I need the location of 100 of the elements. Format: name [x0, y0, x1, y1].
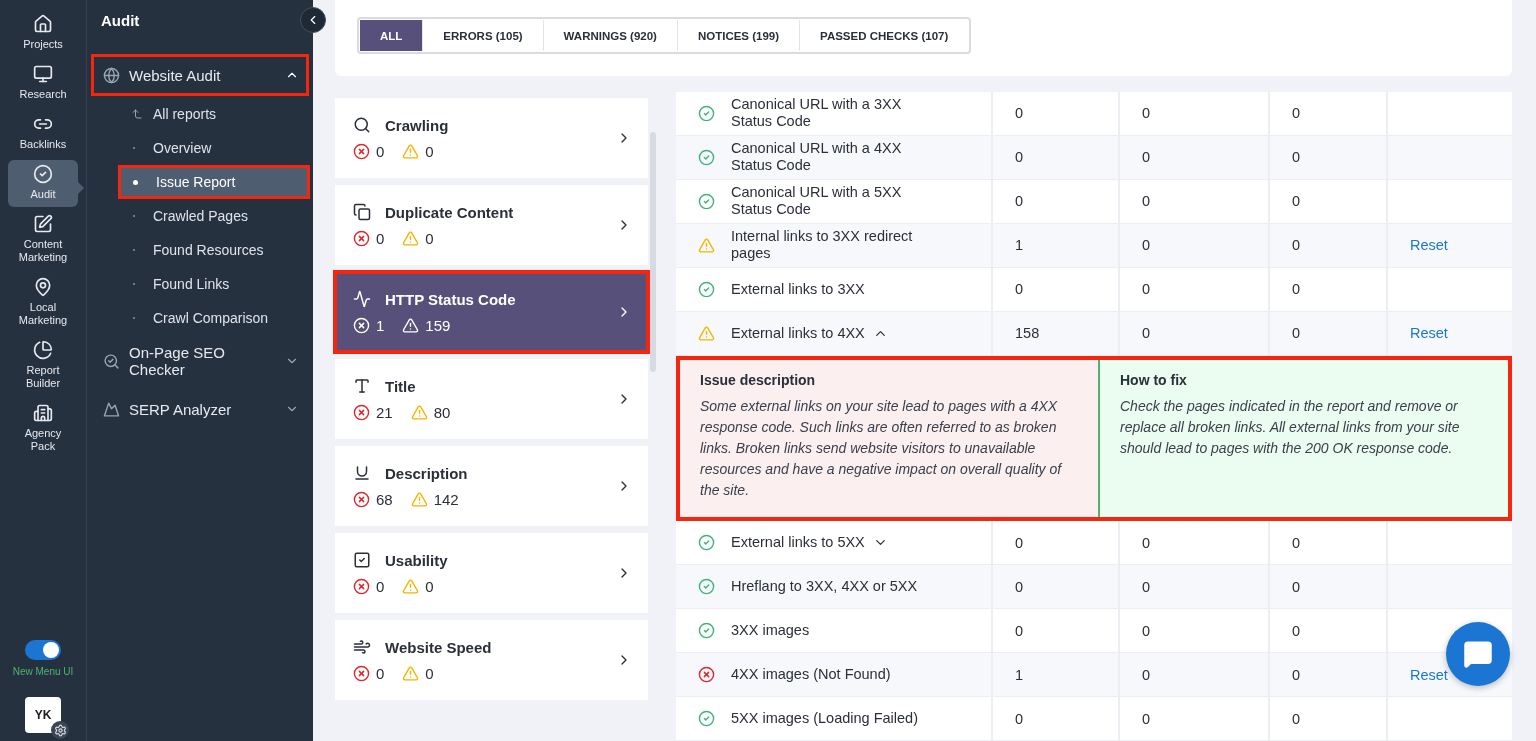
table-cell: 0	[1142, 622, 1151, 639]
issue-description: Some external links on your site lead to pages with a 4XX response code. Such links are often referred to as broken links. Broken links send website visitors to unavailable resources and have a negative impact on overall quality of the site.	[700, 396, 1064, 500]
table-cell: 0	[1015, 710, 1024, 727]
category-card[interactable]: Title 21 80	[335, 359, 648, 439]
table-cell: 0	[1015, 281, 1024, 298]
rail-item[interactable]: Projects	[8, 10, 78, 57]
nav-item[interactable]: Overview	[121, 134, 307, 162]
rail-item[interactable]: Backlinks	[8, 110, 78, 157]
user-avatar[interactable]: YK	[25, 697, 61, 733]
text-icon	[353, 377, 371, 395]
table-cell: 0	[1292, 710, 1301, 727]
error-icon	[698, 666, 715, 684]
check-circle-icon	[698, 280, 715, 298]
warning-count: 0	[425, 665, 434, 682]
nav-item[interactable]: Crawled Pages	[121, 202, 307, 230]
rail-label: Projects	[23, 38, 63, 51]
building-icon	[33, 403, 53, 423]
table-cell: 0	[1142, 666, 1151, 683]
settings-icon[interactable]	[51, 721, 69, 739]
category-card[interactable]: HTTP Status Code 1 159	[335, 272, 648, 352]
category-name: Title	[385, 377, 416, 395]
rail-item[interactable]: Research	[8, 60, 78, 107]
check-circle-icon	[698, 534, 715, 552]
underline-icon	[353, 464, 371, 482]
issue-name: 3XX images	[731, 622, 810, 640]
rail-label: Local Marketing	[17, 301, 69, 327]
table-cell: 0	[1142, 578, 1151, 595]
fix-description: Check the pages indicated in the report and remove or replace all broken links. All external links from your site should lead to pages with the 200 OK response code.	[1120, 396, 1461, 458]
rail-item[interactable]: Content Marketing	[8, 210, 78, 270]
toggle-label: New Menu UI	[12, 666, 74, 677]
filter-tab[interactable]: ALL	[360, 20, 423, 51]
table-cell: 158	[1015, 325, 1040, 342]
category-name: Crawling	[385, 116, 449, 134]
table-cell: 0	[1142, 193, 1151, 210]
rail-label: Agency Pack	[23, 427, 63, 453]
rail-item[interactable]: Report Builder	[8, 336, 78, 396]
nav-item[interactable]: Found Resources	[121, 236, 307, 264]
mountain-icon	[103, 400, 120, 418]
table-cell: 0	[1292, 149, 1301, 166]
check-circle-icon	[698, 148, 715, 166]
reset-link[interactable]: Reset	[1410, 325, 1448, 342]
table-cell: 0	[1015, 193, 1024, 210]
rail-label: Research	[19, 88, 67, 101]
reset-link[interactable]: Reset	[1410, 666, 1448, 683]
nav-item[interactable]: Issue Report	[121, 168, 307, 196]
warning-icon	[698, 236, 715, 254]
issue-name: External links to 5XX	[731, 534, 865, 552]
category-card[interactable]: Website Speed 0 0	[335, 620, 648, 700]
section-label: SERP Analyzer	[129, 400, 233, 418]
nav-item[interactable]: Crawl Comparison	[121, 304, 307, 332]
warning-icon	[402, 143, 420, 160]
category-card[interactable]: Crawling 0 0	[335, 98, 648, 178]
nav-item[interactable]: Found Links	[121, 270, 307, 298]
table-cell: 0	[1292, 281, 1301, 298]
table-cell: 0	[1142, 281, 1151, 298]
rail-label: Report Builder	[24, 364, 62, 390]
table-cell: 0	[1292, 534, 1301, 551]
table-cell: 0	[1142, 325, 1151, 342]
collapse-button[interactable]	[300, 7, 326, 33]
scrollbar[interactable]	[650, 132, 656, 372]
detail-title: How to fix	[1120, 371, 1188, 388]
reset-link[interactable]: Reset	[1410, 237, 1448, 254]
check-circle-icon	[33, 164, 53, 184]
nav-title: Audit	[100, 11, 141, 31]
menu-toggle[interactable]	[25, 640, 61, 660]
issue-name: Canonical URL with a 5XX Status Code	[731, 184, 903, 219]
rail-item[interactable]: Agency Pack	[8, 399, 78, 459]
check-circle-icon	[698, 192, 715, 210]
return-icon	[131, 108, 143, 120]
pencil-icon	[33, 214, 53, 234]
warning-icon	[402, 230, 420, 247]
issue-name: 4XX images (Not Found)	[731, 666, 891, 684]
detail-title: Issue description	[700, 371, 817, 388]
category-card[interactable]: Duplicate Content 0 0	[335, 185, 648, 265]
category-card[interactable]: Usability 0 0	[335, 533, 648, 613]
error-count: 68	[376, 491, 393, 508]
warning-count: 0	[425, 230, 434, 247]
rail-item[interactable]: Local Marketing	[8, 273, 78, 333]
check-circle-icon	[698, 104, 715, 122]
nav-section[interactable]: SERP Analyzer	[93, 390, 307, 428]
nav-item[interactable]: All reports	[121, 100, 307, 128]
map-pin-icon	[33, 277, 53, 297]
table-cell: 0	[1015, 105, 1024, 122]
table-cell: 0	[1015, 622, 1024, 639]
table-cell: 1	[1015, 666, 1024, 683]
category-card[interactable]: Description 68 142	[335, 446, 648, 526]
nav-section[interactable]: Website Audit	[93, 56, 307, 94]
warning-icon	[698, 324, 715, 342]
warning-icon	[410, 404, 428, 421]
category-name: Description	[385, 464, 468, 482]
pie-chart-icon	[33, 340, 53, 360]
section-label: Website Audit	[129, 66, 222, 84]
issue-name: Canonical URL with a 3XX Status Code	[731, 96, 903, 131]
check-circle-icon	[698, 710, 715, 728]
issue-name: 5XX images (Loading Failed)	[731, 710, 918, 728]
check-circle-icon	[698, 622, 715, 640]
warning-count: 0	[425, 578, 434, 595]
error-count: 0	[376, 230, 385, 247]
nav-section[interactable]: On-Page SEO Checker	[93, 338, 307, 384]
table-cell: 0	[1292, 622, 1301, 639]
